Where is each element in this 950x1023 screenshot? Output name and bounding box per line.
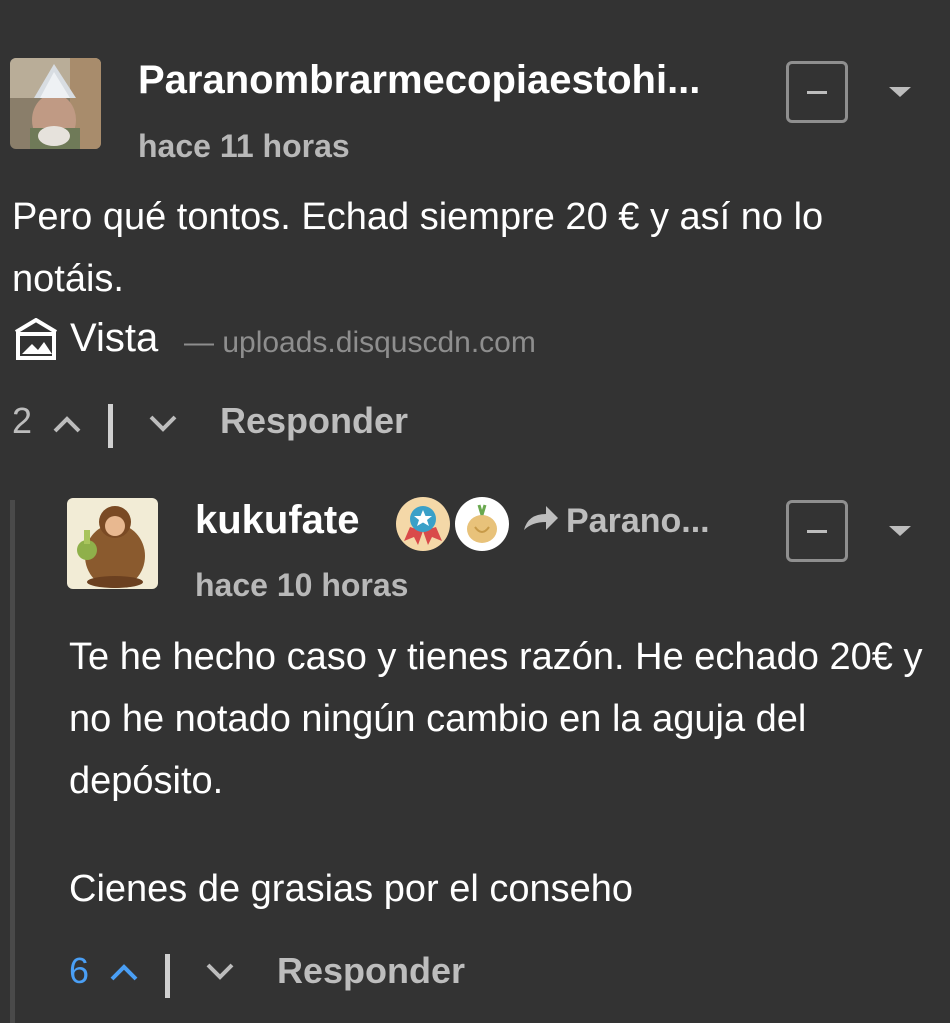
comment-text: Te he hecho caso y tienes razón. He echa… xyxy=(69,636,923,802)
reply-to-user[interactable]: Parano... xyxy=(566,502,710,541)
vote-row: 6 Responder xyxy=(69,950,489,1000)
avatar[interactable] xyxy=(67,498,158,589)
timestamp[interactable]: hace 10 horas xyxy=(195,567,408,604)
username[interactable]: kukufate xyxy=(195,498,395,543)
onion-badge-icon[interactable] xyxy=(455,497,509,551)
vote-count: 6 xyxy=(69,950,90,991)
reply-comment: kukufate Parano... hace 10 horas Te he h… xyxy=(0,0,950,1023)
medal-badge-icon[interactable] xyxy=(396,497,450,551)
collapse-button[interactable] xyxy=(786,500,848,562)
upvote-icon[interactable] xyxy=(109,962,139,987)
reply-button[interactable]: Responder xyxy=(277,950,465,992)
options-caret-icon[interactable] xyxy=(889,526,911,536)
reply-arrow-icon xyxy=(522,504,560,539)
comment-text: Cienes de grasias por el conseho xyxy=(69,868,634,910)
vote-separator xyxy=(165,954,170,998)
downvote-icon[interactable] xyxy=(205,962,235,987)
